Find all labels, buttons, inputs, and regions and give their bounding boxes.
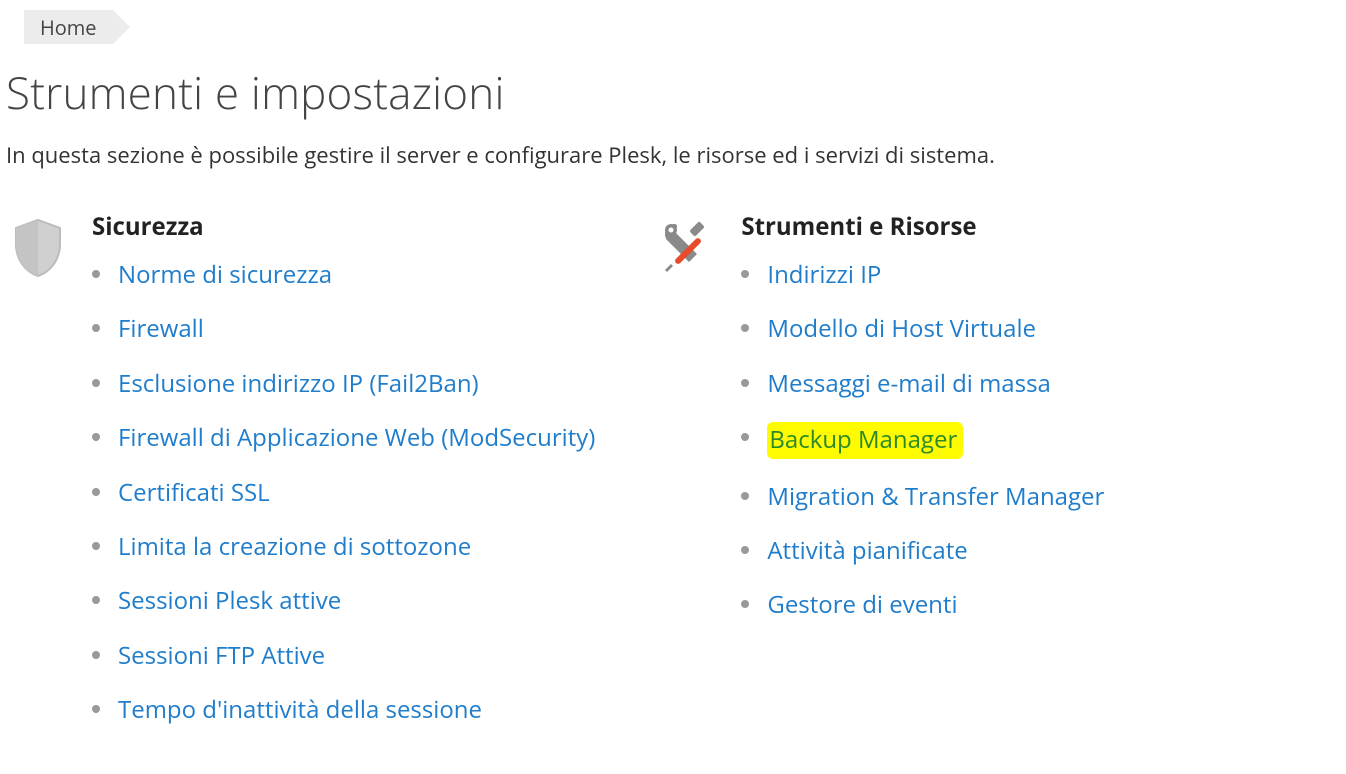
breadcrumb-home[interactable]: Home	[24, 10, 113, 44]
link-backup-manager[interactable]: Backup Manager	[769, 423, 957, 456]
link-email-massa[interactable]: Messaggi e-mail di massa	[767, 367, 1050, 400]
link-sessioni-plesk[interactable]: Sessioni Plesk attive	[118, 584, 341, 617]
link-host-virtuale[interactable]: Modello di Host Virtuale	[767, 312, 1036, 345]
tools-link-list: Indirizzi IP Modello di Host Virtuale Me…	[741, 259, 1104, 622]
section-title-tools: Strumenti e Risorse	[741, 210, 1104, 243]
security-link-list: Norme di sicurezza Firewall Esclusione i…	[92, 259, 595, 727]
link-fail2ban[interactable]: Esclusione indirizzo IP (Fail2Ban)	[118, 367, 479, 400]
link-migration[interactable]: Migration & Transfer Manager	[767, 480, 1104, 513]
link-ssl[interactable]: Certificati SSL	[118, 476, 270, 509]
link-norme-sicurezza[interactable]: Norme di sicurezza	[118, 258, 332, 291]
link-firewall[interactable]: Firewall	[118, 312, 204, 345]
link-modsecurity[interactable]: Firewall di Applicazione Web (ModSecurit…	[118, 421, 595, 454]
breadcrumb: Home	[0, 0, 1346, 44]
page-title: Strumenti e impostazioni	[6, 62, 1346, 122]
link-sessioni-ftp[interactable]: Sessioni FTP Attive	[118, 639, 325, 672]
section-tools: Strumenti e Risorse Indirizzi IP Modello…	[655, 210, 1104, 749]
shield-icon	[6, 216, 70, 280]
tools-icon	[655, 216, 719, 280]
section-security: Sicurezza Norme di sicurezza Firewall Es…	[6, 210, 595, 749]
link-indirizzi-ip[interactable]: Indirizzi IP	[767, 258, 881, 291]
link-eventi[interactable]: Gestore di eventi	[767, 588, 957, 621]
section-title-security: Sicurezza	[92, 210, 595, 243]
link-sottozone[interactable]: Limita la creazione di sottozone	[118, 530, 471, 563]
link-attivita[interactable]: Attività pianificate	[767, 534, 967, 567]
page-description: In questa sezione è possibile gestire il…	[6, 140, 1346, 170]
link-inattivita[interactable]: Tempo d'inattività della sessione	[118, 693, 482, 726]
highlight-backup: Backup Manager	[767, 422, 963, 458]
